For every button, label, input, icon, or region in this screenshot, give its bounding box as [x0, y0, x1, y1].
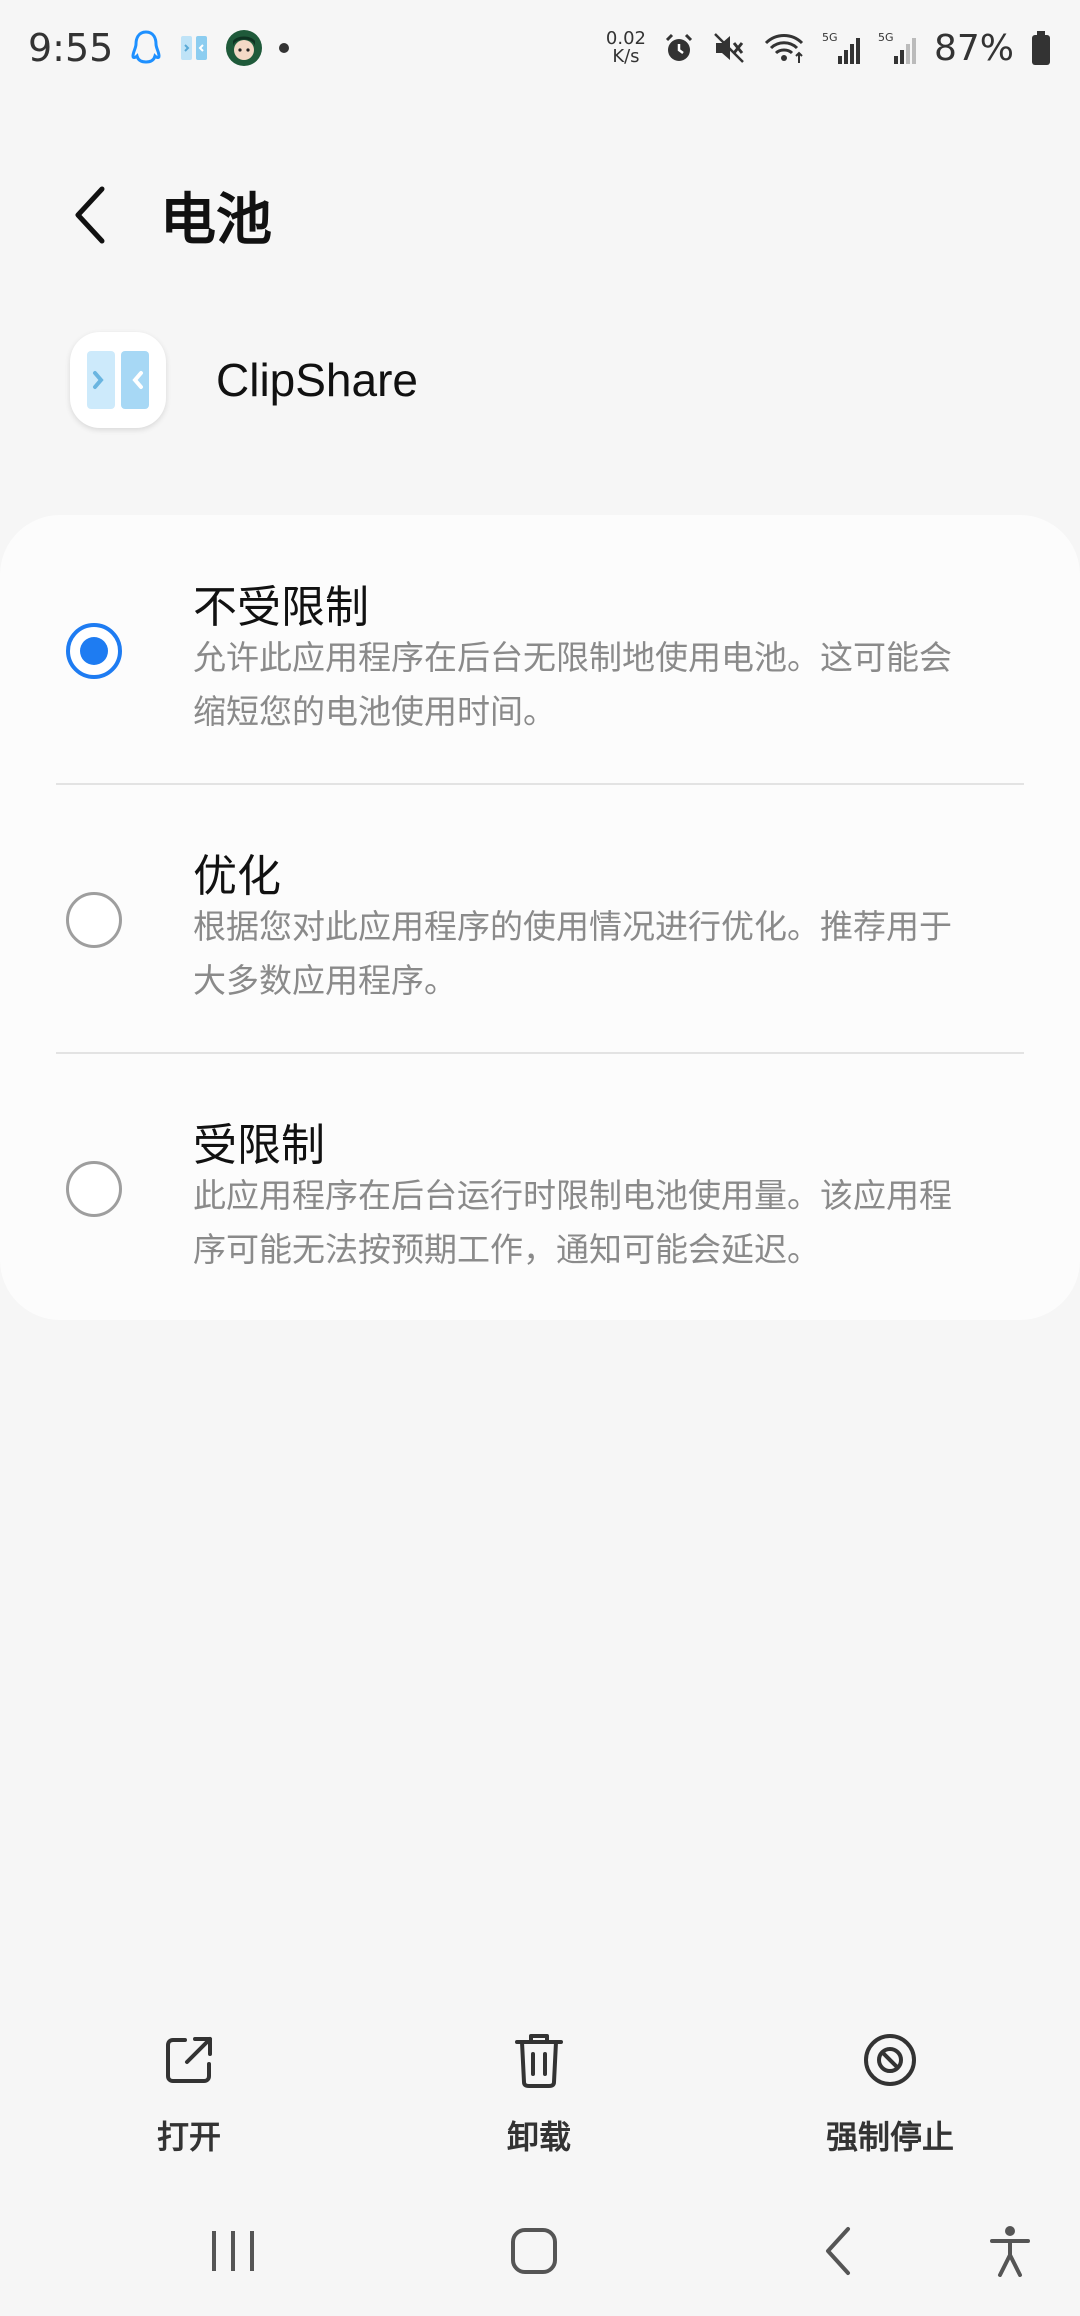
app-icon — [70, 332, 166, 428]
status-bar: 9:55 0.02 K/s 5G 5G 87% — [0, 0, 1080, 96]
accessibility-icon — [990, 2226, 1030, 2277]
battery-options-card: 不受限制 允许此应用程序在后台无限制地使用电池。这可能会缩短您的电池使用时间。 … — [0, 515, 1080, 1320]
header: 电池 — [0, 150, 1080, 280]
signal1-label: 5G — [822, 31, 838, 44]
option-title: 优化 — [193, 851, 281, 902]
open-external-icon — [161, 2020, 217, 2100]
net-speed: 0.02 K/s — [606, 30, 646, 66]
force-stop-label: 强制停止 — [825, 2118, 954, 2156]
accessibility-button[interactable] — [950, 2196, 1070, 2306]
clipshare-notification-icon — [179, 33, 209, 63]
home-button[interactable] — [474, 2196, 594, 2306]
battery-settings-screen: 9:55 0.02 K/s 5G 5G 87% 电池 ClipShare 不受限… — [0, 0, 1080, 2316]
option-title: 受限制 — [193, 1120, 325, 1171]
option-unrestricted[interactable]: 不受限制 允许此应用程序在后台无限制地使用电池。这可能会缩短您的电池使用时间。 — [0, 515, 1080, 783]
system-nav-bar — [0, 2196, 1080, 2306]
back-arrow-icon — [75, 186, 105, 244]
bottom-action-bar: 打开 卸载 强制停止 — [0, 2020, 1080, 2180]
option-optimized[interactable]: 优化 根据您对此应用程序的使用情况进行优化。推荐用于大多数应用程序。 — [0, 784, 1080, 1052]
open-label: 打开 — [156, 2118, 221, 2156]
option-description: 允许此应用程序在后台无限制地使用电池。这可能会缩短您的电池使用时间。 — [193, 638, 952, 731]
option-title: 不受限制 — [193, 582, 369, 633]
app-name: ClipShare — [216, 354, 418, 406]
back-button[interactable] — [40, 165, 140, 265]
battery-percent: 87% — [933, 27, 1014, 69]
stop-icon — [862, 2020, 918, 2100]
radio-restricted[interactable] — [66, 1161, 122, 1217]
wifi-icon — [762, 31, 806, 65]
page-title: 电池 — [160, 187, 272, 253]
radio-optimized[interactable] — [66, 892, 122, 948]
nav-back-button[interactable] — [778, 2196, 898, 2306]
nav-back-icon — [826, 2227, 850, 2275]
uninstall-button[interactable]: 卸载 — [419, 2020, 659, 2180]
signal2-label: 5G — [878, 31, 894, 44]
clipshare-logo-icon — [87, 351, 149, 409]
trash-icon — [511, 2020, 567, 2100]
option-restricted[interactable]: 受限制 此应用程序在后台运行时限制电池使用量。该应用程序可能无法按预期工作，通知… — [0, 1053, 1080, 1321]
cellular-signal-2-icon: 5G — [878, 30, 918, 66]
more-notifications-dot — [279, 43, 290, 53]
app-info-row: ClipShare — [0, 320, 1080, 440]
mute-icon — [712, 31, 746, 65]
status-time: 9:55 — [28, 26, 114, 70]
home-icon — [511, 2228, 557, 2274]
uninstall-label: 卸载 — [506, 2118, 571, 2156]
cellular-signal-1-icon: 5G — [822, 30, 862, 66]
option-description: 此应用程序在后台运行时限制电池使用量。该应用程序可能无法按预期工作，通知可能会延… — [193, 1176, 952, 1269]
qq-notification-icon — [129, 29, 163, 67]
radio-unrestricted[interactable] — [66, 623, 122, 679]
option-description: 根据您对此应用程序的使用情况进行优化。推荐用于大多数应用程序。 — [193, 907, 952, 1000]
battery-icon — [1030, 30, 1052, 66]
alarm-icon — [662, 31, 696, 65]
force-stop-button[interactable]: 强制停止 — [770, 2020, 1010, 2180]
recent-apps-icon — [212, 2231, 254, 2271]
net-speed-unit: K/s — [612, 46, 640, 67]
status-bar-left: 9:55 — [28, 26, 290, 70]
open-button[interactable]: 打开 — [69, 2020, 309, 2180]
status-bar-right: 0.02 K/s 5G 5G 87% — [606, 28, 1052, 69]
recent-apps-button[interactable] — [173, 2196, 293, 2306]
avatar-notification-icon — [225, 29, 263, 67]
